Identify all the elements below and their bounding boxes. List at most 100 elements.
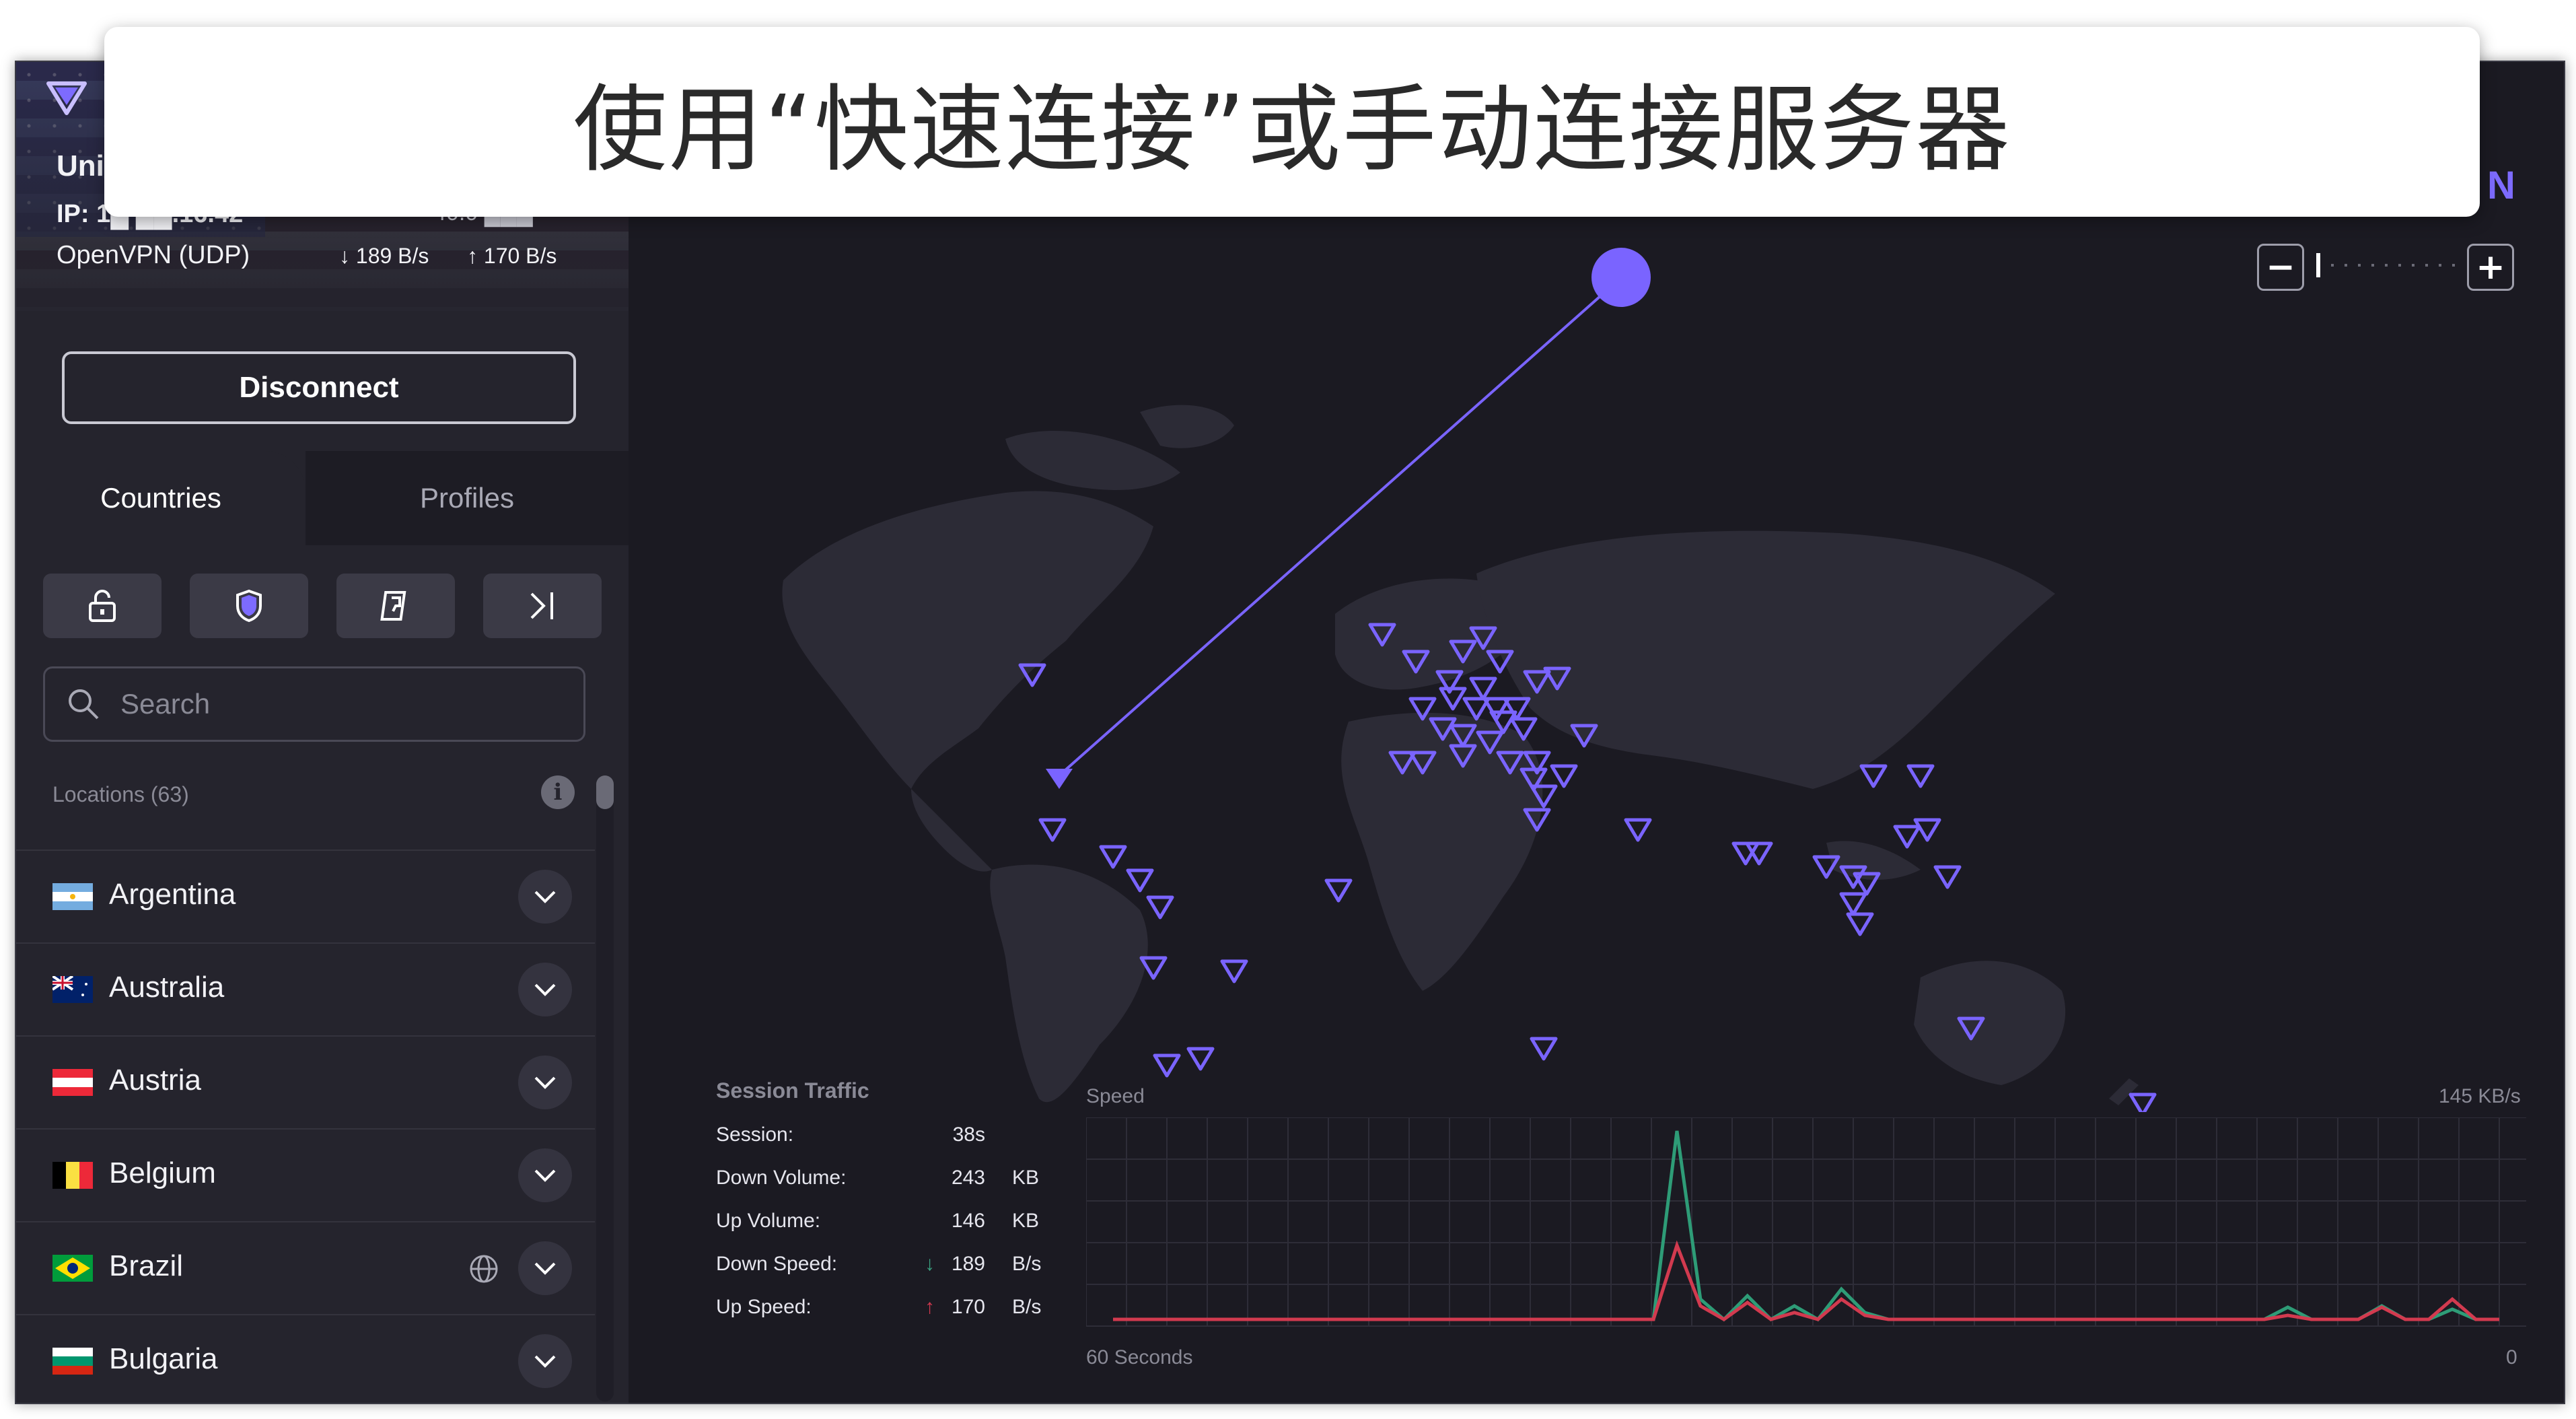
- stat-unit: B/s: [1012, 1296, 1042, 1318]
- speed-label: Speed: [1086, 1085, 1145, 1107]
- scrollbar-thumb[interactable]: [596, 775, 614, 809]
- world-map[interactable]: [629, 62, 2564, 1112]
- chevron-down-icon: [534, 983, 556, 996]
- server-marker[interactable]: [1469, 677, 1497, 701]
- tor-icon: [530, 592, 553, 619]
- search-input[interactable]: [119, 682, 566, 726]
- country-name: Austria: [109, 1064, 201, 1097]
- connected-marker[interactable]: [1046, 769, 1073, 789]
- chevron-down-icon: [534, 1076, 556, 1089]
- lock-icon: [89, 590, 116, 622]
- server-marker[interactable]: [1624, 818, 1652, 842]
- server-marker[interactable]: [1038, 818, 1067, 842]
- p2p-filter-button[interactable]: [336, 574, 455, 638]
- zoom-in-button[interactable]: +: [2467, 244, 2514, 291]
- scrollbar[interactable]: [596, 775, 614, 1401]
- server-marker[interactable]: [1153, 1053, 1181, 1078]
- expand-country-button[interactable]: [518, 1334, 572, 1388]
- flag-icon: [52, 976, 93, 1003]
- server-marker[interactable]: [1482, 697, 1511, 721]
- flag-icon: [52, 1162, 93, 1189]
- locations-count: Locations (63): [52, 782, 189, 806]
- server-marker[interactable]: [1550, 764, 1578, 788]
- down-arrow-icon: ↓: [925, 1253, 935, 1275]
- server-filter-bar: [43, 574, 602, 638]
- app-logo-icon: [46, 81, 87, 115]
- shield-icon: [236, 589, 262, 623]
- speed-graph: [1086, 1117, 2526, 1327]
- stat-value: 189: [951, 1253, 985, 1275]
- server-marker[interactable]: [1846, 912, 1874, 936]
- traffic-stat-row: Down Volume: 243 KB: [716, 1167, 1066, 1210]
- globe-icon: [470, 1255, 498, 1283]
- brand-letter: N: [2487, 164, 2515, 207]
- disconnect-button[interactable]: Disconnect: [62, 351, 576, 424]
- map-panel: N − + Session Traffic Session: 38s Down Vo…: [629, 62, 2564, 1403]
- server-marker[interactable]: [2128, 1093, 2157, 1112]
- server-marker[interactable]: [1530, 1037, 1558, 1061]
- server-marker[interactable]: [1220, 959, 1248, 983]
- country-name: Bulgaria: [109, 1342, 218, 1375]
- speed-max-label: 145 KB/s: [2439, 1085, 2521, 1107]
- session-traffic-title: Session Traffic: [716, 1078, 869, 1103]
- stat-label: Up Speed:: [716, 1296, 812, 1318]
- server-marker[interactable]: [1439, 687, 1467, 711]
- tab-countries[interactable]: Countries: [16, 451, 306, 545]
- search-box: [43, 666, 585, 742]
- server-marker[interactable]: [1839, 892, 1867, 916]
- server-marker[interactable]: [1859, 764, 1888, 788]
- stat-label: Session:: [716, 1123, 794, 1146]
- stat-unit: KB: [1012, 1167, 1040, 1189]
- protocol-label: OpenVPN (UDP): [57, 241, 250, 269]
- country-name: Belgium: [109, 1156, 216, 1189]
- secure-core-filter-button[interactable]: [43, 574, 162, 638]
- zoom-track[interactable]: [2318, 264, 2459, 267]
- chevron-down-icon: [534, 891, 556, 903]
- server-marker[interactable]: [1906, 764, 1935, 788]
- server-marker[interactable]: [1186, 1047, 1215, 1071]
- search-icon: [69, 689, 99, 720]
- country-row[interactable]: Austria: [16, 1035, 595, 1128]
- country-row[interactable]: Argentina: [16, 850, 595, 942]
- tab-profiles[interactable]: Profiles: [306, 451, 629, 545]
- country-name: Argentina: [109, 878, 236, 911]
- expand-country-button[interactable]: [518, 1241, 572, 1295]
- stat-label: Down Speed:: [716, 1253, 838, 1275]
- country-row[interactable]: Australia: [16, 942, 595, 1035]
- tor-filter-button[interactable]: [483, 574, 602, 638]
- expand-country-button[interactable]: [518, 870, 572, 924]
- sidebar-tabs: Profiles Countries: [16, 451, 629, 545]
- country-row[interactable]: Bulgaria: [16, 1314, 595, 1403]
- stat-value: 170: [951, 1296, 985, 1318]
- caption-banner: 使用“快速连接”或手动连接服务器: [104, 27, 2480, 217]
- chevron-down-icon: [534, 1262, 556, 1275]
- stat-unit: B/s: [1012, 1253, 1042, 1275]
- graph-time-start: 60 Seconds: [1086, 1346, 1193, 1369]
- flag-icon: [52, 1255, 93, 1282]
- stat-label: Up Volume:: [716, 1210, 821, 1232]
- server-marker[interactable]: [1933, 865, 1962, 889]
- country-row[interactable]: Belgium: [16, 1128, 595, 1221]
- server-marker[interactable]: [1324, 878, 1353, 903]
- info-icon[interactable]: i: [541, 775, 575, 809]
- expand-country-button[interactable]: [518, 1148, 572, 1202]
- zoom-out-button[interactable]: −: [2257, 244, 2304, 291]
- server-marker[interactable]: [1893, 825, 1921, 849]
- app-window: Uni IP: 1█ ██.16.42 40.0 ███ OpenVPN (UD…: [15, 61, 2565, 1404]
- server-marker[interactable]: [1146, 895, 1174, 920]
- country-row[interactable]: Brazil: [16, 1221, 595, 1314]
- country-name: Brazil: [109, 1249, 184, 1282]
- zoom-slider-thumb[interactable]: [2316, 253, 2320, 277]
- netshield-filter-button[interactable]: [190, 574, 308, 638]
- expand-country-button[interactable]: [518, 963, 572, 1016]
- chevron-down-icon: [534, 1169, 556, 1182]
- sidebar: Uni IP: 1█ ██.16.42 40.0 ███ OpenVPN (UD…: [16, 62, 629, 1403]
- expand-country-button[interactable]: [518, 1055, 572, 1109]
- server-marker[interactable]: [1099, 845, 1127, 869]
- stat-label: Down Volume:: [716, 1167, 847, 1189]
- flag-icon: [52, 1348, 93, 1375]
- flag-icon: [52, 1069, 93, 1096]
- stat-value: 38s: [952, 1123, 985, 1146]
- server-marker[interactable]: [1126, 868, 1154, 893]
- traffic-stat-row: Up Volume: 146 KB: [716, 1210, 1066, 1253]
